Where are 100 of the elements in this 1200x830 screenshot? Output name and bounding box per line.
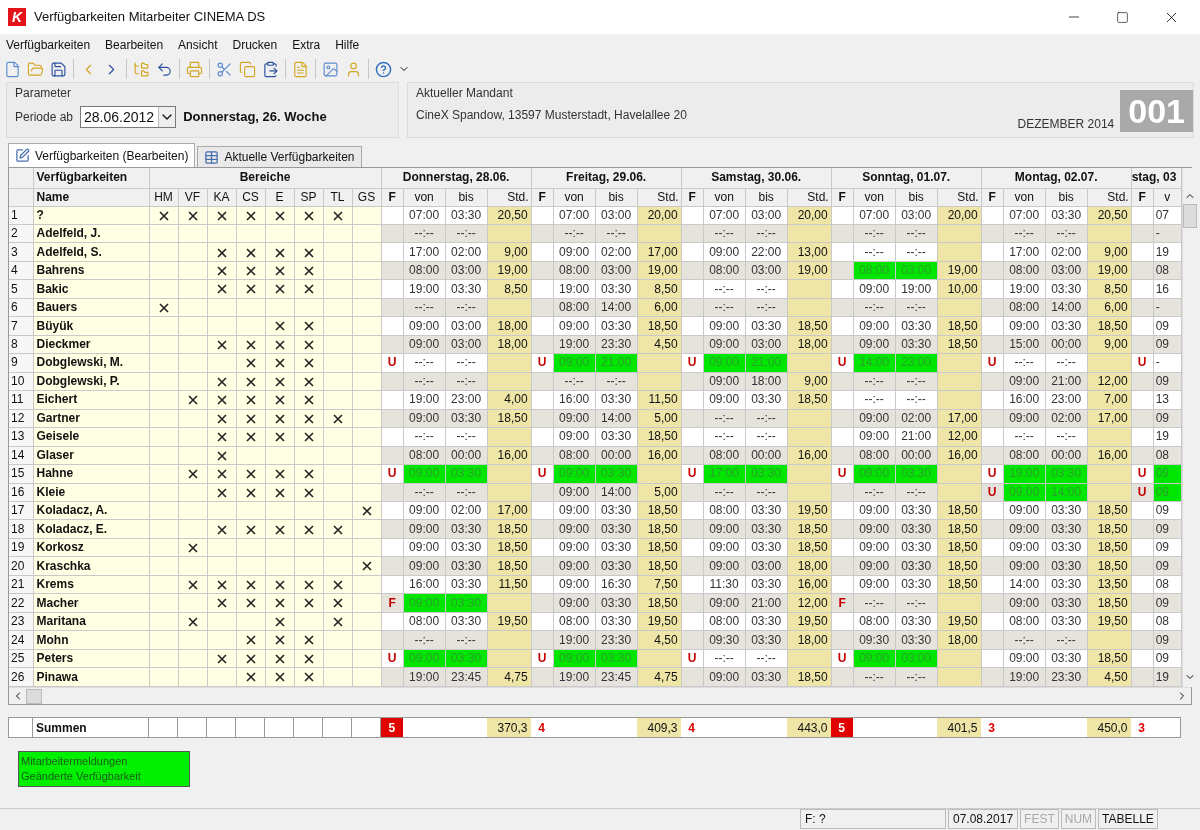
count-label: 3 [1130, 717, 1153, 738]
cross-icon [274, 487, 285, 498]
sum-cell: 409,3 [636, 717, 681, 738]
field-label: Periode ab [15, 109, 74, 126]
day-header: Sonntag, 01.07. [831, 168, 982, 188]
cross-icon [245, 247, 256, 258]
cross-icon [303, 635, 314, 646]
cross-icon [274, 210, 285, 221]
cross-icon [303, 284, 314, 295]
cross-icon [245, 598, 256, 609]
cross-icon [216, 395, 227, 406]
cross-icon [274, 653, 285, 664]
cross-icon [245, 524, 256, 535]
cross-icon [245, 653, 256, 664]
cross-icon [216, 579, 227, 590]
column-header: bis [895, 188, 938, 206]
column-header: Bereiche [149, 168, 382, 188]
open-folder-icon[interactable] [27, 60, 44, 78]
scroll-thumb[interactable] [26, 688, 42, 704]
cross-icon [216, 265, 227, 276]
tab[interactable]: Verfügbarkeiten (Bearbeiten) [8, 143, 196, 167]
horizontal-scrollbar[interactable] [9, 687, 1191, 704]
cross-icon [216, 247, 227, 258]
cross-icon [216, 210, 227, 221]
help-icon[interactable] [375, 60, 392, 78]
window-title: Verfügbarkeiten Mitarbeiter CINEMA DS [34, 8, 266, 27]
column-header: bis [595, 188, 638, 206]
cross-icon [187, 210, 198, 221]
menu-item[interactable]: Bearbeiten [105, 36, 164, 54]
save-icon[interactable] [50, 60, 67, 78]
date-field[interactable]: 28.06.2012 [80, 106, 177, 128]
cross-icon [303, 598, 314, 609]
day-header: Samstag, 30.06. [681, 168, 832, 188]
cross-icon [245, 376, 256, 387]
cross-icon [274, 672, 285, 683]
menu-item[interactable]: Verfügbarkeiten [6, 36, 91, 54]
cross-icon [332, 210, 343, 221]
column-header: Std. [487, 188, 532, 206]
document-icon[interactable] [292, 60, 309, 78]
cross-icon [245, 672, 256, 683]
menu-item[interactable]: Ansicht [178, 36, 218, 54]
cross-icon [361, 561, 372, 572]
column-header: F [1131, 188, 1154, 206]
undo-icon[interactable] [156, 60, 173, 78]
cross-icon [303, 469, 314, 480]
tab[interactable]: Aktuelle Verfügbarkeiten [197, 146, 362, 167]
day-header: stag, 03 [1131, 168, 1182, 188]
folder-tree-icon[interactable] [133, 60, 150, 78]
cross-icon [274, 395, 285, 406]
day-header: Freitag, 29.06. [531, 168, 682, 188]
column-header: Name [33, 188, 149, 206]
user-icon[interactable] [345, 60, 362, 78]
cross-icon [303, 376, 314, 387]
cross-icon [245, 265, 256, 276]
cross-icon [216, 339, 227, 350]
count-label: 3 [980, 717, 1003, 738]
cross-icon [303, 524, 314, 535]
cross-icon [245, 413, 256, 424]
column-header: von [553, 188, 596, 206]
status-field: F: ? [800, 809, 946, 829]
new-file-icon[interactable] [4, 60, 21, 78]
sum-cell: 370,3 [486, 717, 531, 738]
sum-cell: 443,0 [786, 717, 831, 738]
cross-icon [216, 487, 227, 498]
copy-icon[interactable] [239, 60, 256, 78]
menu-item[interactable]: Hilfe [335, 36, 360, 54]
count-badge: 5 [380, 717, 403, 738]
cross-icon [216, 432, 227, 443]
maximize-icon[interactable] [1116, 10, 1129, 24]
legend-label: Mitarbeitermeldungen [21, 754, 129, 769]
cross-icon [216, 376, 227, 387]
cut-icon[interactable] [216, 60, 233, 78]
column-header: SP [294, 188, 323, 206]
cross-icon [303, 358, 314, 369]
panel-title: Parameter [15, 85, 73, 102]
dropdown-icon[interactable] [158, 107, 176, 127]
cross-icon [303, 579, 314, 590]
image-icon[interactable] [322, 60, 339, 78]
sum-cell: 450,0 [1086, 717, 1131, 738]
menu-item[interactable]: Extra [292, 36, 321, 54]
cross-icon [216, 469, 227, 480]
print-icon[interactable] [186, 60, 203, 78]
month-label: DEZEMBER 2014 [1017, 116, 1115, 133]
column-header: E [265, 188, 294, 206]
cross-icon [303, 265, 314, 276]
column-header: bis [1045, 188, 1088, 206]
cross-icon [245, 339, 256, 350]
menu-item[interactable]: Drucken [232, 36, 278, 54]
cross-icon [303, 395, 314, 406]
column-header: F [681, 188, 704, 206]
column-header: v [1153, 188, 1182, 206]
cross-icon [245, 284, 256, 295]
cross-icon [187, 469, 198, 480]
scroll-thumb[interactable] [1182, 204, 1197, 228]
cross-icon [274, 635, 285, 646]
cross-icon [274, 247, 285, 258]
paste-icon[interactable] [262, 60, 279, 78]
sum-label: Summen [32, 717, 149, 738]
cross-icon [274, 358, 285, 369]
cross-icon [274, 579, 285, 590]
